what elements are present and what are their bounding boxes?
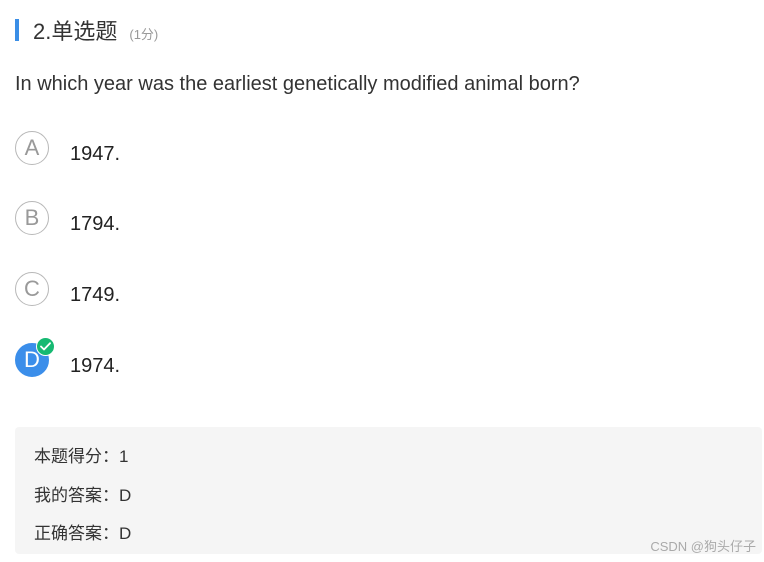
answer-summary-panel: 本题得分：1 我的答案：D 正确答案：D — [15, 427, 762, 554]
score-value: 1 — [119, 447, 129, 466]
question-header: 2.单选题 (1分) — [15, 16, 158, 44]
option-d-text: 1974. — [70, 355, 121, 377]
option-d-badge: D — [15, 337, 55, 377]
correct-answer-value: D — [119, 524, 132, 543]
question-score: (1分) — [129, 26, 159, 42]
option-b-badge: B — [15, 201, 49, 235]
correct-answer-label: 正确答案： — [34, 524, 119, 543]
option-c-badge: C — [15, 272, 49, 306]
my-answer-label: 我的答案： — [34, 486, 119, 505]
option-c[interactable]: C 1749. — [15, 272, 120, 307]
csdn-watermark: CSDN @狗头仔子 — [650, 539, 756, 554]
option-b-text: 1794. — [70, 213, 121, 235]
my-answer-row: 我的答案：D — [34, 481, 131, 506]
question-title: 2.单选题 — [33, 19, 118, 44]
question-stem: In which year was the earliest genetical… — [15, 73, 580, 95]
score-label: 本题得分： — [34, 447, 119, 466]
header-accent-bar — [15, 19, 19, 41]
score-row: 本题得分：1 — [34, 442, 128, 467]
option-a[interactable]: A 1947. — [15, 131, 120, 166]
option-a-text: 1947. — [70, 143, 121, 165]
option-a-badge: A — [15, 131, 49, 165]
check-icon — [36, 337, 55, 356]
option-d[interactable]: D 1974. — [15, 337, 121, 378]
option-c-text: 1749. — [70, 284, 121, 306]
correct-answer-row: 正确答案：D — [34, 519, 131, 544]
option-b[interactable]: B 1794. — [15, 201, 120, 236]
my-answer-value: D — [119, 486, 132, 505]
